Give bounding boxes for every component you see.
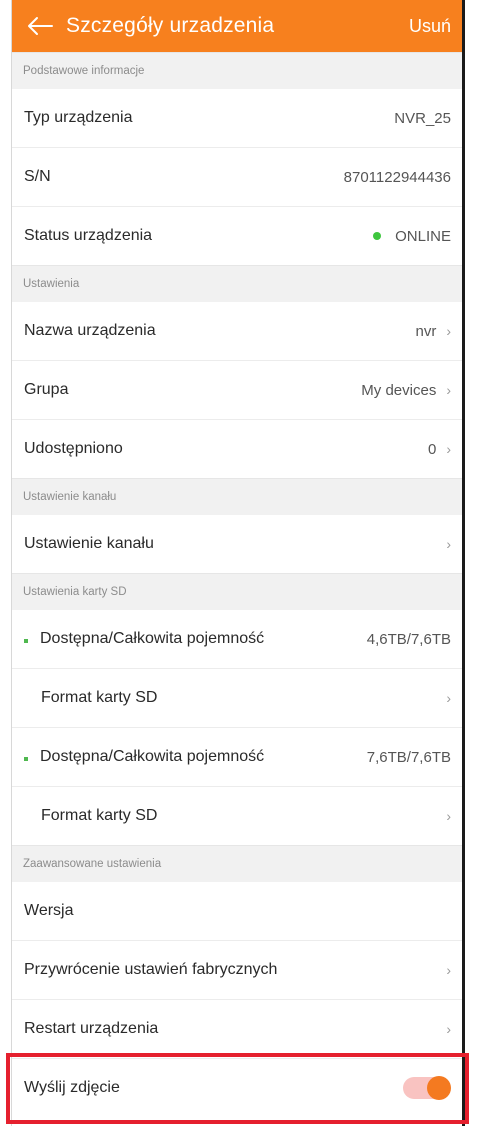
device-type-value: NVR_25 [394, 109, 451, 127]
device-type-label: Typ urządzenia [24, 109, 133, 126]
chevron-right-icon: › [446, 382, 451, 398]
chevron-right-icon: › [446, 441, 451, 457]
chevron-right-icon: › [446, 536, 451, 552]
screen-right-edge [462, 0, 465, 1126]
highlight-box [6, 1053, 469, 1124]
restart-row[interactable]: Restart urządzenia › [12, 1000, 463, 1059]
bullet-icon [24, 757, 28, 761]
sd-format-row-1[interactable]: Format karty SD › [12, 669, 463, 728]
group-value: My devices [361, 381, 437, 399]
device-type-row: Typ urządzenia NVR_25 [12, 89, 463, 148]
shared-row[interactable]: Udostępniono 0 › [12, 420, 463, 478]
sd-capacity-label-1: Dostępna/Całkowita pojemność [40, 630, 265, 647]
app-header: Szczegóły urzadzenia Usuń [12, 0, 463, 52]
arrow-left-icon [28, 17, 53, 35]
sd-capacity-value-2: 7,6TB/7,6TB [366, 748, 451, 766]
device-name-value: nvr [415, 322, 437, 340]
factory-reset-row[interactable]: Przywrócenie ustawień fabrycznych › [12, 941, 463, 1000]
device-status-value: ONLINE [395, 227, 451, 245]
bullet-icon [24, 639, 28, 643]
sd-format-label-1: Format karty SD [41, 689, 158, 706]
device-details-screen: Szczegóły urzadzenia Usuń Podstawowe inf… [12, 0, 463, 1126]
section-channel: Ustawienie kanału [12, 478, 463, 515]
chevron-right-icon: › [446, 962, 451, 978]
device-name-row[interactable]: Nazwa urządzenia nvr › [12, 302, 463, 361]
serial-number-value: 8701122944436 [343, 168, 451, 186]
delete-button[interactable]: Usuń [409, 16, 451, 37]
group-row[interactable]: Grupa My devices › [12, 361, 463, 420]
device-status-label: Status urządzenia [24, 227, 153, 244]
sd-capacity-row-1: Dostępna/Całkowita pojemność 4,6TB/7,6TB [12, 610, 463, 669]
group-label: Grupa [24, 381, 69, 398]
section-sd-card: Ustawienia karty SD [12, 573, 463, 610]
serial-number-row: S/N 8701122944436 [12, 148, 463, 207]
channel-setting-label: Ustawienie kanału [24, 535, 154, 552]
chevron-right-icon: › [446, 323, 451, 339]
restart-label: Restart urządzenia [24, 1020, 159, 1037]
section-advanced: Zaawansowane ustawienia [12, 845, 463, 882]
back-button[interactable] [22, 16, 58, 36]
shared-label: Udostępniono [24, 440, 123, 457]
serial-number-label: S/N [24, 168, 51, 185]
version-label: Wersja [24, 902, 74, 919]
sd-capacity-label-2: Dostępna/Całkowita pojemność [40, 748, 265, 765]
sd-capacity-row-2: Dostępna/Całkowita pojemność 7,6TB/7,6TB [12, 728, 463, 787]
page-title: Szczegóły urzadzenia [66, 14, 275, 37]
sd-format-row-2[interactable]: Format karty SD › [12, 787, 463, 845]
device-status-row: Status urządzenia ONLINE [12, 207, 463, 265]
version-row: Wersja [12, 882, 463, 941]
sd-format-label-2: Format karty SD [41, 807, 158, 824]
device-name-label: Nazwa urządzenia [24, 322, 156, 339]
sd-capacity-value-1: 4,6TB/7,6TB [366, 630, 451, 648]
channel-setting-row[interactable]: Ustawienie kanału › [12, 515, 463, 573]
chevron-right-icon: › [446, 1021, 451, 1037]
chevron-right-icon: › [446, 690, 451, 706]
chevron-right-icon: › [446, 808, 451, 824]
factory-reset-label: Przywrócenie ustawień fabrycznych [24, 961, 278, 978]
shared-value: 0 [427, 440, 437, 458]
section-settings: Ustawienia [12, 265, 463, 302]
section-basic-info: Podstawowe informacje [12, 52, 463, 89]
online-status-dot [373, 232, 382, 240]
